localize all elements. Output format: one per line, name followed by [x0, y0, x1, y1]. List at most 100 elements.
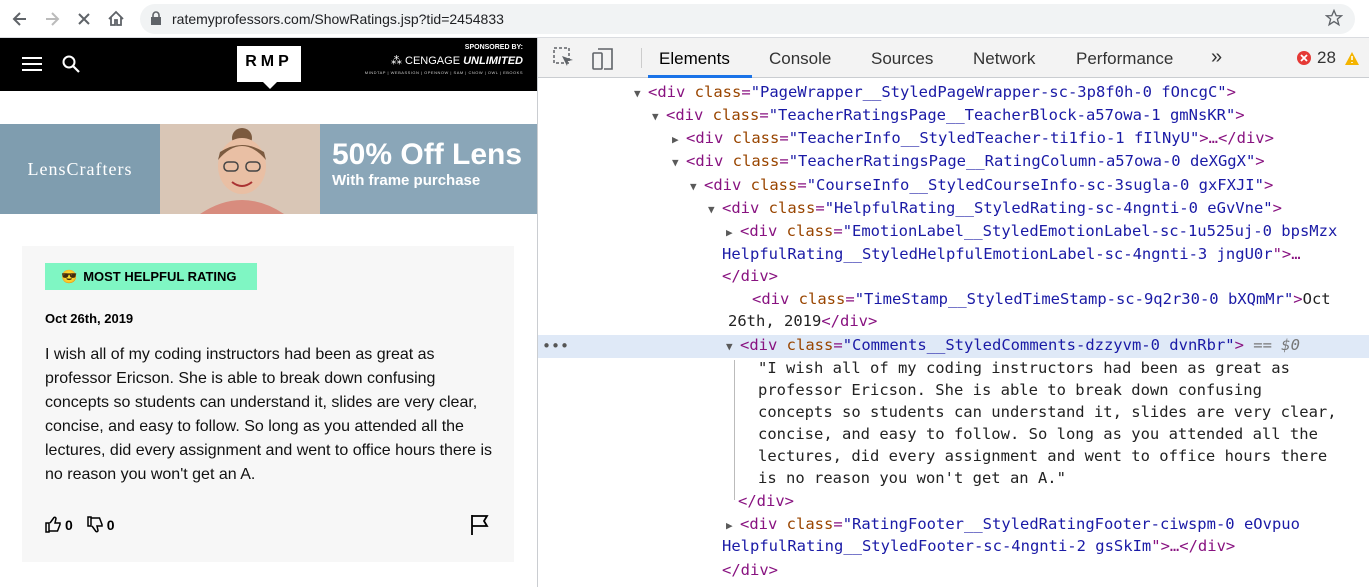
- attr-value: "EmotionLabel__StyledEmotionLabel-sc-1u5…: [842, 222, 1338, 240]
- dom-node-line[interactable]: ▼ <div class="TeacherRatingsPage__RatingC…: [672, 150, 1265, 173]
- collapse-triangle-icon[interactable]: ▼: [672, 151, 686, 174]
- tab-console[interactable]: Console: [769, 49, 831, 69]
- sponsor-brand: ⁂ CENGAGE UNLIMITED: [390, 55, 523, 67]
- dom-node-line[interactable]: concepts so students can understand it, …: [758, 401, 1337, 424]
- equals: =: [741, 83, 751, 101]
- tab-sources[interactable]: Sources: [871, 49, 933, 69]
- hamburger-menu-icon[interactable]: [22, 56, 42, 77]
- ad-brand: LensCrafters: [0, 124, 160, 214]
- dom-node-line[interactable]: ▼ <div class="PageWrapper__StyledPageWrap…: [634, 81, 1236, 104]
- most-helpful-badge: 😎 MOST HELPFUL RATING: [45, 263, 257, 290]
- forward-icon[interactable]: [40, 7, 64, 31]
- dom-node-line[interactable]: ▼ <div class="CourseInfo__StyledCourseInf…: [690, 174, 1273, 197]
- inspect-element-icon[interactable]: [553, 47, 575, 74]
- error-counter[interactable]: 28: [1296, 48, 1360, 68]
- dom-node-line[interactable]: <div class="TimeStamp__StyledTimeStamp-s…: [738, 288, 1331, 311]
- dom-node-line[interactable]: HelpfulRating__StyledHelpfulEmotionLabel…: [722, 243, 1301, 266]
- tab-network[interactable]: Network: [973, 49, 1035, 69]
- equals: =: [779, 152, 789, 170]
- thumbs-down-button[interactable]: 0: [87, 516, 115, 533]
- dom-node-line[interactable]: </div>: [722, 559, 778, 582]
- dom-tree: ••• ▼ <div class="PageWrapper__StyledPage…: [538, 78, 1369, 587]
- rating-card: 😎 MOST HELPFUL RATING Oct 26th, 2019 I w…: [22, 246, 514, 562]
- address-bar[interactable]: ratemyprofessors.com/ShowRatings.jsp?tid…: [140, 4, 1355, 34]
- attr-name: class: [786, 515, 834, 533]
- node-text: Oct: [1302, 290, 1331, 308]
- rating-comment: I wish all of my coding instructors had …: [45, 346, 493, 483]
- collapse-triangle-icon[interactable]: ▼: [708, 198, 722, 221]
- device-toggle-icon[interactable]: [591, 47, 615, 76]
- attr-value: "Comments__StyledComments-dzzyvm-0 dvnRb…: [842, 336, 1235, 354]
- sunglasses-emoji-icon: 😎: [61, 268, 78, 284]
- tab-performance[interactable]: Performance: [1076, 49, 1173, 69]
- tag-name: <div: [740, 222, 787, 240]
- collapse-triangle-icon[interactable]: ▼: [652, 105, 666, 128]
- dom-node-line[interactable]: ▶ <div class="EmotionLabel__StyledEmotion…: [726, 220, 1337, 243]
- collapse-triangle-icon[interactable]: ▼: [634, 82, 648, 105]
- dom-node-line[interactable]: "I wish all of my coding instructors had…: [758, 357, 1290, 380]
- site-header: RMP SPONSORED BY: ⁂ CENGAGE UNLIMITED MI…: [0, 38, 537, 91]
- error-count: 28: [1317, 48, 1336, 67]
- expand-triangle-icon[interactable]: ▶: [726, 514, 740, 537]
- node-text: "I wish all of my coding instructors had…: [758, 359, 1290, 377]
- attr-value: "TeacherInfo__StyledTeacher-ti1fio-1 fIl…: [788, 129, 1200, 147]
- tag-name: <div: [686, 152, 733, 170]
- node-actions-ellipsis[interactable]: •••: [542, 335, 569, 358]
- expand-triangle-icon[interactable]: ▶: [726, 221, 740, 244]
- collapse-triangle-icon[interactable]: ▼: [690, 175, 704, 198]
- attr-value: "CourseInfo__StyledCourseInfo-sc-3sugla-…: [806, 176, 1264, 194]
- sponsor-brand-b: UNLIMITED: [463, 55, 523, 67]
- dom-node-line[interactable]: 26th, 2019</div>: [728, 310, 877, 333]
- error-icon: [1297, 51, 1311, 65]
- tab-elements[interactable]: Elements: [659, 49, 730, 69]
- dom-node-line[interactable]: ▶ <div class="TeacherInfo__StyledTeacher-…: [672, 127, 1274, 150]
- attr-value: "TimeStamp__StyledTimeStamp-sc-9q2r30-0 …: [854, 290, 1294, 308]
- ad-subline: With frame purchase: [332, 172, 481, 189]
- more-tabs-button[interactable]: »: [1211, 46, 1222, 69]
- sponsor-block[interactable]: SPONSORED BY: ⁂ CENGAGE UNLIMITED MINDTA…: [365, 44, 523, 75]
- dom-node-line[interactable]: </div>: [722, 265, 778, 288]
- report-flag-icon[interactable]: [470, 514, 490, 541]
- collapse-triangle-icon[interactable]: ▼: [726, 335, 740, 358]
- attr-value: "HelpfulRating__StyledRating-sc-4ngnti-0…: [824, 199, 1273, 217]
- toolbar-separator: [641, 48, 642, 68]
- attr-name: class: [694, 83, 742, 101]
- logo-text: RMP: [245, 53, 293, 70]
- ad-photo: [160, 124, 320, 214]
- tag-end: >: [1234, 336, 1244, 354]
- dom-node-line[interactable]: concise, and easy to follow. So long as …: [758, 423, 1318, 446]
- tag-end: >: [1263, 176, 1274, 194]
- indent-guide: [734, 360, 735, 500]
- url-text[interactable]: ratemyprofessors.com/ShowRatings.jsp?tid…: [172, 11, 504, 27]
- equals: =: [815, 199, 825, 217]
- dom-node-line[interactable]: HelpfulRating__StyledFooter-sc-4ngnti-2 …: [722, 535, 1235, 558]
- dom-node-line[interactable]: ▼ <div class="HelpfulRating__StyledRating…: [708, 197, 1282, 220]
- bookmark-star-icon[interactable]: [1324, 8, 1344, 32]
- equals: =: [845, 290, 855, 308]
- thumbs-up-icon: [45, 516, 61, 533]
- attr-value: "PageWrapper__StyledPageWrapper-sc-3p8f0…: [750, 83, 1227, 101]
- dom-node-line[interactable]: is no reason you won't get an A.": [758, 467, 1066, 490]
- dom-node-line[interactable]: ▶ <div class="RatingFooter__StyledRatingF…: [726, 513, 1300, 536]
- equals: =: [779, 129, 789, 147]
- dom-node-line[interactable]: ▼ <div class="TeacherRatingsPage__Teacher…: [652, 104, 1245, 127]
- dom-node-line[interactable]: lectures, did every assignment and went …: [758, 445, 1327, 468]
- stop-loading-icon[interactable]: [72, 7, 96, 31]
- ad-headline: 50% Off Lens: [332, 138, 523, 171]
- node-text: 26th, 2019: [728, 312, 822, 330]
- rating-date: Oct 26th, 2019: [45, 311, 134, 326]
- closing-tag: </div>: [722, 267, 778, 285]
- back-icon[interactable]: [8, 7, 32, 31]
- sponsor-products: MINDTAP | WEBASSIGN | OPENNOW | SAM | CN…: [364, 70, 523, 75]
- site-logo[interactable]: RMP: [237, 46, 301, 89]
- ad-banner[interactable]: LensCrafters 50% Off Lens With frame pur…: [0, 124, 537, 214]
- node-text: lectures, did every assignment and went …: [758, 447, 1328, 465]
- thumbs-up-button[interactable]: 0: [45, 516, 73, 533]
- dom-node-line[interactable]: ▼ <div class="Comments__StyledComments-dz…: [726, 334, 1300, 357]
- dom-node-line[interactable]: </div>: [738, 490, 794, 513]
- expand-triangle-icon[interactable]: ▶: [672, 128, 686, 151]
- home-icon[interactable]: [104, 7, 128, 31]
- search-icon[interactable]: [62, 55, 80, 78]
- tag-end: >: [1293, 290, 1303, 308]
- dom-node-line[interactable]: professor Ericson. She is able to break …: [758, 379, 1262, 402]
